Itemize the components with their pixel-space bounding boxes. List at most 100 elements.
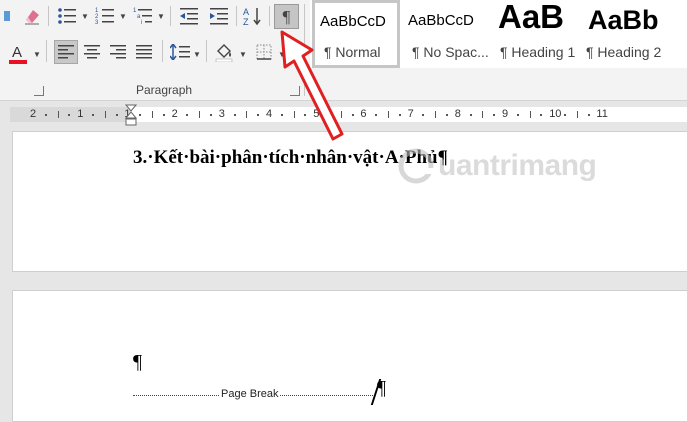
ruler-number: 6 xyxy=(360,108,367,120)
ruler-number: 3 xyxy=(218,108,225,120)
ruler-dot xyxy=(516,114,519,116)
font-dialog-launcher-icon[interactable] xyxy=(34,86,44,96)
ruler-dot xyxy=(257,114,260,116)
justify-button[interactable] xyxy=(132,40,156,64)
line-spacing-button[interactable] xyxy=(168,40,192,64)
svg-text:A: A xyxy=(12,44,22,61)
separator xyxy=(170,6,171,26)
align-left-icon xyxy=(58,45,74,59)
ruler-number: 11 xyxy=(596,108,608,120)
style-sample: AaBbCcD xyxy=(320,13,386,30)
ruler-dot xyxy=(375,114,378,116)
indent-marker-icon[interactable] xyxy=(125,101,137,131)
separator xyxy=(304,4,305,96)
ruler-number: 2 xyxy=(30,108,37,120)
align-left-button[interactable] xyxy=(54,40,78,64)
chevron-down-icon[interactable]: ▼ xyxy=(157,12,165,21)
multilevel-list-icon: 1 a i xyxy=(133,8,152,25)
ruler-strip: 2 1 1 2 3 4 5 6 7 8 9 10 11 xyxy=(10,107,687,122)
chevron-down-icon[interactable]: ▼ xyxy=(239,50,247,59)
chevron-down-icon[interactable]: ▼ xyxy=(81,12,89,21)
ruler-dot xyxy=(446,114,448,116)
svg-text:A: A xyxy=(243,7,249,17)
style-name: ¶ Normal xyxy=(324,44,381,60)
borders-icon xyxy=(256,44,272,60)
pilcrow-icon: ¶ xyxy=(282,6,291,26)
ruler-dot xyxy=(92,114,94,116)
multilevel-list-button[interactable]: 1 a i xyxy=(130,4,156,28)
style-normal[interactable]: AaBbCcD ¶ Normal xyxy=(312,0,400,68)
separator xyxy=(269,6,270,26)
bullet-list-icon xyxy=(58,8,76,24)
separator xyxy=(48,6,49,26)
font-color-button[interactable]: A xyxy=(6,40,30,68)
ruler-dot xyxy=(162,114,165,116)
align-center-icon xyxy=(84,45,100,59)
style-sample: AaBb xyxy=(588,5,659,35)
ruler-number: 1 xyxy=(77,108,84,120)
ruler-tick xyxy=(388,111,389,118)
ruler-dot xyxy=(587,114,590,116)
ruler-number: 9 xyxy=(502,108,509,120)
document-page[interactable]: ¶ Page Break ¶ xyxy=(12,290,687,422)
ruler-tick xyxy=(57,111,59,118)
ruler-tick xyxy=(293,111,295,118)
style-sample: AaB xyxy=(498,0,565,35)
horizontal-ruler[interactable]: 2 1 1 2 3 4 5 6 7 8 9 10 11 xyxy=(0,101,687,131)
text-effects-icon xyxy=(4,11,10,21)
paragraph-dialog-launcher-icon[interactable] xyxy=(290,86,300,96)
ruler-dot xyxy=(233,114,236,116)
ruler-number: 8 xyxy=(454,108,461,120)
style-sample: AaBbCcD xyxy=(408,12,474,29)
ruler-tick xyxy=(152,111,153,118)
svg-text:3: 3 xyxy=(95,20,99,25)
chevron-down-icon[interactable]: ▼ xyxy=(119,12,127,21)
empty-paragraph-mark[interactable]: ¶ xyxy=(133,351,142,374)
page-break[interactable]: Page Break xyxy=(133,385,373,405)
paragraph-group-label: Paragraph xyxy=(136,83,193,97)
text-effects-button[interactable] xyxy=(0,4,14,28)
eraser-icon xyxy=(25,10,39,25)
align-right-button[interactable] xyxy=(106,40,130,64)
style-heading-1[interactable]: AaB ¶ Heading 1 xyxy=(490,0,578,68)
sort-button[interactable]: A Z xyxy=(240,4,266,28)
show-hide-formatting-button[interactable]: ¶ xyxy=(274,4,299,29)
clear-formatting-button[interactable] xyxy=(20,4,44,28)
ruler-dot xyxy=(540,114,543,116)
ruler-number: 7 xyxy=(407,108,414,120)
paint-bucket-icon xyxy=(215,44,233,62)
numbering-button[interactable]: 1 2 3 xyxy=(92,4,118,28)
ruler-tick xyxy=(435,111,437,118)
ruler-tick xyxy=(482,111,484,118)
ruler-number: 2 xyxy=(171,108,178,120)
font-color-icon: A xyxy=(9,44,27,64)
chevron-down-icon[interactable]: ▼ xyxy=(278,50,286,59)
bullets-button[interactable] xyxy=(54,4,80,28)
increase-indent-button[interactable] xyxy=(206,4,232,28)
ruler-dot xyxy=(493,114,496,116)
borders-button[interactable] xyxy=(252,40,276,64)
style-name: ¶ Heading 2 xyxy=(586,44,662,60)
decrease-indent-button[interactable] xyxy=(176,4,202,28)
align-right-icon xyxy=(110,45,126,59)
chevron-down-icon[interactable]: ▼ xyxy=(193,50,201,59)
style-no-spacing[interactable]: AaBbCcD ¶ No Spac... xyxy=(402,0,488,68)
separator xyxy=(236,6,237,26)
svg-text:Z: Z xyxy=(243,17,249,26)
ruler-tick xyxy=(529,111,531,118)
separator xyxy=(162,40,163,62)
ruler-dot xyxy=(351,114,354,116)
separator xyxy=(46,40,47,62)
paragraph-mark: ¶ xyxy=(377,377,387,399)
ruler-dot xyxy=(304,114,307,116)
align-center-button[interactable] xyxy=(80,40,104,64)
style-heading-2[interactable]: AaBb ¶ Heading 2 xyxy=(580,0,687,68)
shading-button[interactable] xyxy=(212,40,236,64)
style-name: ¶ Heading 1 xyxy=(500,44,576,60)
ruler-number: 4 xyxy=(266,108,273,120)
chevron-down-icon[interactable]: ▼ xyxy=(33,50,41,59)
ruler-number: 5 xyxy=(313,108,320,120)
ruler-tick xyxy=(576,111,578,118)
styles-gallery: AaBbCcD ¶ Normal AaBbCcD ¶ No Spac... Aa… xyxy=(310,0,687,68)
ruler-dot xyxy=(44,114,47,116)
